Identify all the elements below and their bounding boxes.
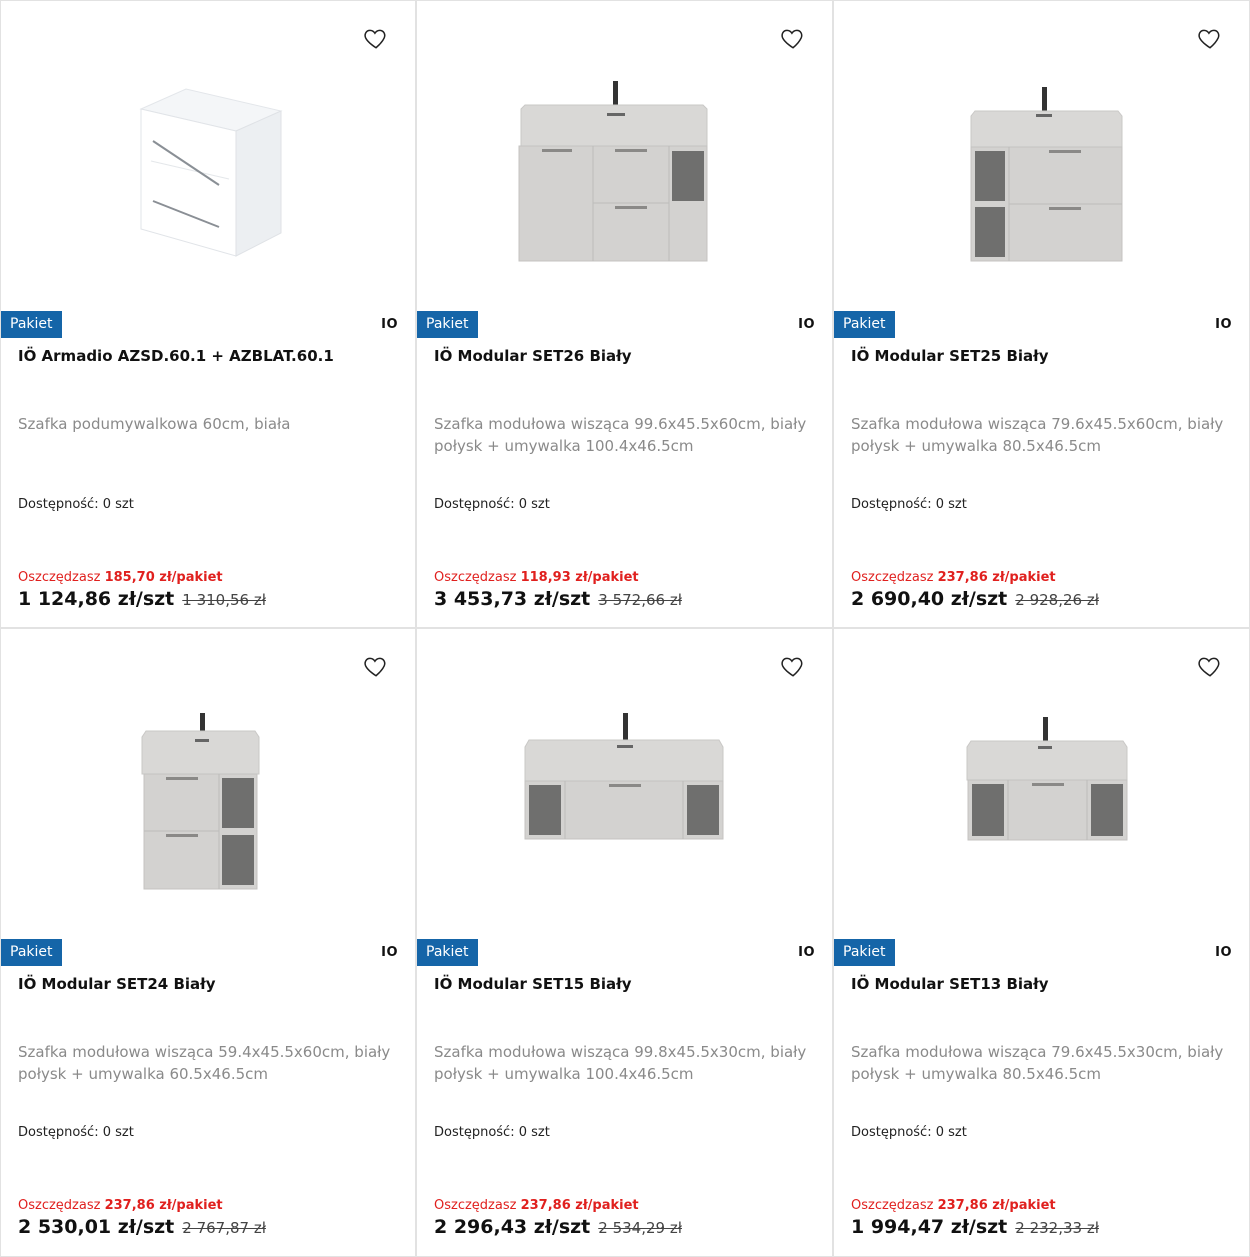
- product-title[interactable]: IÖ Armadio AZSD.60.1 + AZBLAT.60.1: [18, 347, 398, 365]
- price-row: 2 690,40 zł/szt 2 928,26 zł: [851, 588, 1099, 610]
- price-row: 2 296,43 zł/szt 2 534,29 zł: [434, 1216, 682, 1238]
- package-badge: Pakiet: [1, 939, 62, 966]
- product-card[interactable]: Pakiet IO IÖ Modular SET26 Biały Szafka …: [416, 0, 833, 628]
- savings-amount: 237,86 zł/pakiet: [104, 1198, 223, 1213]
- package-badge: Pakiet: [834, 939, 895, 966]
- availability: Dostępność: 0 szt: [18, 1125, 134, 1140]
- product-image[interactable]: [417, 629, 832, 937]
- vanity-unit-icon: [141, 713, 260, 890]
- heart-icon[interactable]: [1197, 653, 1223, 679]
- price-row: 2 530,01 zł/szt 2 767,87 zł: [18, 1216, 266, 1238]
- price-row: 1 994,47 zł/szt 2 232,33 zł: [851, 1216, 1099, 1238]
- availability: Dostępność: 0 szt: [434, 497, 550, 512]
- vanity-unit-icon: [518, 81, 708, 262]
- package-badge: Pakiet: [1, 311, 62, 338]
- heart-icon[interactable]: [1197, 25, 1223, 51]
- heart-icon[interactable]: [363, 25, 389, 51]
- vanity-unit-icon: [966, 717, 1128, 841]
- brand-logo: IO: [798, 945, 815, 960]
- product-title[interactable]: IÖ Modular SET15 Biały: [434, 975, 815, 993]
- product-image[interactable]: [1, 629, 415, 937]
- brand-logo: IO: [381, 945, 398, 960]
- savings: Oszczędzasz 118,93 zł/pakiet: [434, 570, 639, 585]
- product-description: Szafka modułowa wisząca 79.6x45.5x60cm, …: [851, 415, 1224, 455]
- brand-logo: IO: [798, 317, 815, 332]
- product-title[interactable]: IÖ Modular SET13 Biały: [851, 975, 1232, 993]
- savings-amount: 237,86 zł/pakiet: [937, 570, 1056, 585]
- product-title[interactable]: IÖ Modular SET25 Biały: [851, 347, 1232, 365]
- product-description: Szafka modułowa wisząca 99.6x45.5x60cm, …: [434, 415, 807, 455]
- old-price: 2 928,26 zł: [1015, 591, 1099, 609]
- product-card[interactable]: Pakiet IO IÖ Modular SET25 Biały Szafka …: [833, 0, 1250, 628]
- package-badge: Pakiet: [417, 311, 478, 338]
- savings-label: Oszczędzasz: [18, 1198, 101, 1213]
- product-description: Szafka podumywalkowa 60cm, biała: [18, 415, 291, 433]
- savings: Oszczędzasz 237,86 zł/pakiet: [18, 1198, 223, 1213]
- brand-logo: IO: [1215, 945, 1232, 960]
- price: 2 530,01 zł/szt: [18, 1216, 175, 1238]
- product-card[interactable]: Pakiet IO IÖ Armadio AZSD.60.1 + AZBLAT.…: [0, 0, 416, 628]
- product-card[interactable]: Pakiet IO IÖ Modular SET15 Biały Szafka …: [416, 628, 833, 1257]
- price-row: 3 453,73 zł/szt 3 572,66 zł: [434, 588, 682, 610]
- old-price: 3 572,66 zł: [598, 591, 682, 609]
- heart-icon[interactable]: [363, 653, 389, 679]
- package-badge: Pakiet: [417, 939, 478, 966]
- product-image[interactable]: [834, 629, 1249, 937]
- savings-amount: 185,70 zł/pakiet: [104, 570, 223, 585]
- savings-amount: 118,93 zł/pakiet: [520, 570, 639, 585]
- savings-label: Oszczędzasz: [434, 1198, 517, 1213]
- product-image[interactable]: [1, 1, 415, 309]
- price-row: 1 124,86 zł/szt 1 310,56 zł: [18, 588, 266, 610]
- price: 2 690,40 zł/szt: [851, 588, 1008, 610]
- product-description: Szafka modułowa wisząca 79.6x45.5x30cm, …: [851, 1043, 1224, 1083]
- product-image[interactable]: [834, 1, 1249, 309]
- brand-logo: IO: [381, 317, 398, 332]
- product-card[interactable]: Pakiet IO IÖ Modular SET13 Biały Szafka …: [833, 628, 1250, 1257]
- package-badge: Pakiet: [834, 311, 895, 338]
- old-price: 2 534,29 zł: [598, 1219, 682, 1237]
- price: 3 453,73 zł/szt: [434, 588, 591, 610]
- availability: Dostępność: 0 szt: [851, 1125, 967, 1140]
- availability: Dostępność: 0 szt: [434, 1125, 550, 1140]
- price: 1 994,47 zł/szt: [851, 1216, 1008, 1238]
- product-image[interactable]: [417, 1, 832, 309]
- vanity-unit-icon: [970, 87, 1123, 262]
- heart-icon[interactable]: [780, 25, 806, 51]
- availability: Dostępność: 0 szt: [851, 497, 967, 512]
- savings: Oszczędzasz 237,86 zł/pakiet: [434, 1198, 639, 1213]
- savings: Oszczędzasz 237,86 zł/pakiet: [851, 1198, 1056, 1213]
- product-title[interactable]: IÖ Modular SET26 Biały: [434, 347, 815, 365]
- savings: Oszczędzasz 237,86 zł/pakiet: [851, 570, 1056, 585]
- savings-amount: 237,86 zł/pakiet: [937, 1198, 1056, 1213]
- savings-label: Oszczędzasz: [18, 570, 101, 585]
- product-description: Szafka modułowa wisząca 99.8x45.5x30cm, …: [434, 1043, 807, 1083]
- heart-icon[interactable]: [780, 653, 806, 679]
- white-cabinet-icon: [139, 88, 283, 257]
- price: 2 296,43 zł/szt: [434, 1216, 591, 1238]
- product-grid: Pakiet IO IÖ Armadio AZSD.60.1 + AZBLAT.…: [0, 0, 1250, 1257]
- product-description: Szafka modułowa wisząca 59.4x45.5x60cm, …: [18, 1043, 391, 1083]
- product-card[interactable]: Pakiet IO IÖ Modular SET24 Biały Szafka …: [0, 628, 416, 1257]
- brand-logo: IO: [1215, 317, 1232, 332]
- savings-label: Oszczędzasz: [851, 1198, 934, 1213]
- old-price: 2 232,33 zł: [1015, 1219, 1099, 1237]
- savings-label: Oszczędzasz: [434, 570, 517, 585]
- old-price: 1 310,56 zł: [182, 591, 266, 609]
- savings-label: Oszczędzasz: [851, 570, 934, 585]
- availability: Dostępność: 0 szt: [18, 497, 134, 512]
- vanity-unit-icon: [524, 713, 724, 840]
- product-title[interactable]: IÖ Modular SET24 Biały: [18, 975, 398, 993]
- savings-amount: 237,86 zł/pakiet: [520, 1198, 639, 1213]
- old-price: 2 767,87 zł: [182, 1219, 266, 1237]
- price: 1 124,86 zł/szt: [18, 588, 175, 610]
- savings: Oszczędzasz 185,70 zł/pakiet: [18, 570, 223, 585]
